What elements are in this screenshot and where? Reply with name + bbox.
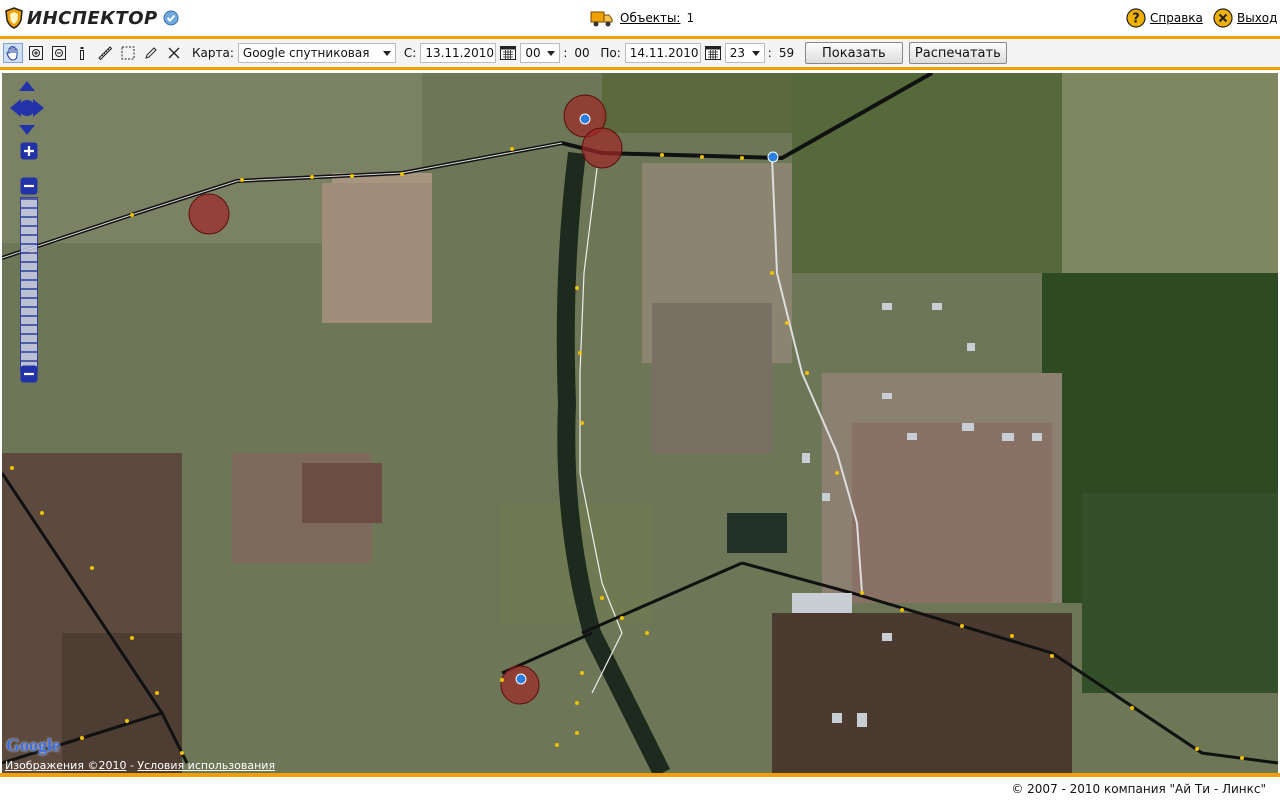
objects-section: Объекты: 1 <box>590 8 694 28</box>
pan-control[interactable] <box>10 81 44 135</box>
from-hour-select[interactable]: 00 <box>520 43 561 63</box>
help-section[interactable]: ? Справка <box>1126 8 1203 28</box>
to-hour-select[interactable]: 23 <box>724 43 765 63</box>
map-type-label: Карта: <box>192 46 234 60</box>
google-logo: Google <box>6 735 60 756</box>
help-link[interactable]: Справка <box>1150 11 1203 25</box>
info-tool-button[interactable] <box>72 43 92 63</box>
time-separator: : <box>563 46 568 60</box>
to-label: По: <box>600 46 621 60</box>
map-type-value: Google спутниковая <box>242 46 370 60</box>
map-type-select[interactable]: Google спутниковая <box>237 43 396 63</box>
zoom-slider-handle[interactable] <box>20 365 38 383</box>
zoom-in-tool-button[interactable] <box>26 43 46 63</box>
clear-tool-button[interactable] <box>164 43 184 63</box>
satellite-imagery <box>2 73 1278 773</box>
svg-text:?: ? <box>1132 12 1140 27</box>
objects-link[interactable]: Объекты: <box>620 11 680 25</box>
toolbar: Карта: Google спутниковая С: 13.11.2010 … <box>0 36 1280 70</box>
pan-up-arrow-icon[interactable] <box>19 81 35 91</box>
zoom-out-button[interactable] <box>20 177 38 195</box>
logo: ИНСПЕКТОР <box>4 6 179 30</box>
print-button[interactable]: Распечатать <box>908 42 1007 64</box>
info-icon <box>80 47 84 60</box>
truck-icon <box>590 11 613 27</box>
zoom-in-box-icon <box>29 46 43 60</box>
clear-x-icon <box>168 47 180 59</box>
pan-down-arrow-icon[interactable] <box>19 125 35 135</box>
from-minute-input[interactable]: 00 <box>570 43 592 63</box>
close-icon[interactable] <box>1213 8 1233 28</box>
calendar-icon[interactable] <box>499 44 517 62</box>
zoom-in-button[interactable] <box>20 142 38 160</box>
select-rectangle-icon <box>121 46 135 60</box>
from-date-input[interactable]: 13.11.2010 <box>420 43 497 63</box>
google-logo-text: Google <box>6 735 60 755</box>
shield-logo-icon <box>5 7 23 29</box>
to-hour-value: 23 <box>729 46 746 60</box>
zoom-out-box-icon <box>52 46 66 60</box>
map-attribution: Изображения ©2010 - Условия использовани… <box>5 759 275 772</box>
logout-link[interactable]: Выход <box>1237 11 1277 25</box>
terms-link[interactable]: Условия использования <box>137 759 275 772</box>
from-hour-value: 00 <box>525 46 541 60</box>
imagery-link[interactable]: Изображения ©2010 <box>5 759 126 772</box>
select-area-tool-button[interactable] <box>118 43 138 63</box>
pan-tool-button[interactable] <box>3 43 23 63</box>
chevron-down-icon <box>382 51 391 56</box>
verified-icon <box>163 10 179 26</box>
draw-tool-button[interactable] <box>141 43 161 63</box>
footer-copyright: © 2007 - 2010 компания "Ай Ти - Линкс" <box>1011 782 1266 796</box>
to-minute-input[interactable]: 59 <box>775 43 797 63</box>
pencil-icon <box>145 47 157 59</box>
from-label: С: <box>403 46 417 60</box>
map-view[interactable]: Google Изображения ©2010 - Условия испол… <box>2 73 1278 773</box>
ruler-icon <box>98 46 113 61</box>
footer: © 2007 - 2010 компания "Ай Ти - Линкс" <box>0 777 1280 800</box>
calendar-icon[interactable] <box>704 44 722 62</box>
ruler-tool-button[interactable] <box>95 43 115 63</box>
header: ИНСПЕКТОР Объекты: 1 ? Справка Выход <box>0 0 1280 36</box>
logout-section[interactable]: Выход <box>1213 8 1277 28</box>
show-button[interactable]: Показать <box>804 42 903 64</box>
chevron-down-icon <box>547 51 556 56</box>
attribution-separator: - <box>126 759 138 772</box>
help-icon[interactable]: ? <box>1126 8 1146 28</box>
chevron-down-icon <box>751 51 760 56</box>
zoom-slider[interactable] <box>20 197 38 371</box>
time-separator: : <box>767 46 772 60</box>
zoom-out-tool-button[interactable] <box>49 43 69 63</box>
hand-icon <box>6 46 18 61</box>
objects-count: 1 <box>686 11 695 25</box>
logo-text: ИНСПЕКТОР <box>27 7 158 29</box>
to-date-input[interactable]: 14.11.2010 <box>624 43 701 63</box>
